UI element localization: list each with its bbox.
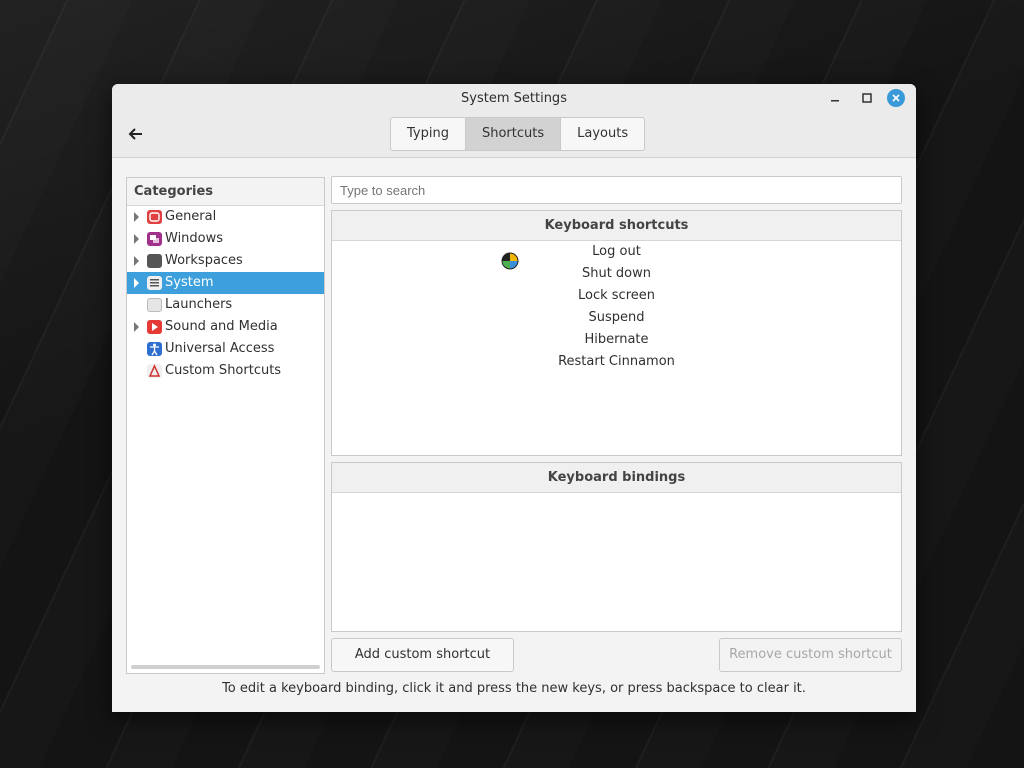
custom-shortcuts-icon <box>147 364 162 378</box>
window-title: System Settings <box>461 91 567 106</box>
sidebar-item-label: Sound and Media <box>165 319 278 334</box>
busy-cursor-icon <box>501 252 519 270</box>
system-icon <box>147 276 162 290</box>
universal-access-icon <box>147 342 162 356</box>
shortcut-item-shut-down[interactable]: Shut down <box>332 263 901 285</box>
sidebar-item-label: Windows <box>165 231 224 246</box>
sidebar-horizontal-scrollbar[interactable] <box>131 665 320 669</box>
sidebar-item-label: System <box>165 275 214 290</box>
sidebar-item-custom-shortcuts[interactable]: Custom Shortcuts <box>127 360 324 382</box>
expand-arrow-icon[interactable] <box>133 228 143 250</box>
sidebar-item-windows[interactable]: Windows <box>127 228 324 250</box>
expand-arrow-icon[interactable] <box>133 272 143 294</box>
tab-typing[interactable]: Typing <box>391 118 466 150</box>
shortcut-item-suspend[interactable]: Suspend <box>332 307 901 329</box>
sidebar-item-system[interactable]: System <box>127 272 324 294</box>
maximize-icon <box>862 93 872 103</box>
general-icon <box>147 210 162 224</box>
shortcut-item-hibernate[interactable]: Hibernate <box>332 329 901 351</box>
sidebar-item-label: Launchers <box>165 297 233 312</box>
maximize-button[interactable] <box>857 88 877 108</box>
system-settings-window: System Settings Typing Shortcuts Layouts… <box>112 84 916 712</box>
windows-icon <box>147 232 162 246</box>
add-custom-shortcut-button[interactable]: Add custom shortcut <box>331 638 514 672</box>
edit-binding-hint: To edit a keyboard binding, click it and… <box>222 681 806 696</box>
sound-media-icon <box>147 320 162 334</box>
remove-custom-shortcut-button[interactable]: Remove custom shortcut <box>719 638 902 672</box>
back-arrow-icon <box>128 128 142 140</box>
search-input[interactable] <box>331 176 902 204</box>
minimize-icon <box>831 100 839 102</box>
sidebar-item-label: Workspaces <box>165 253 243 268</box>
tab-shortcuts[interactable]: Shortcuts <box>465 118 562 150</box>
minimize-button[interactable] <box>825 88 845 108</box>
close-button[interactable] <box>887 89 905 107</box>
keyboard-shortcuts-header: Keyboard shortcuts <box>332 211 901 241</box>
sidebar-item-general[interactable]: General <box>127 206 324 228</box>
categories-header: Categories <box>127 178 324 206</box>
back-button[interactable] <box>126 124 146 144</box>
sidebar-item-universal-access[interactable]: Universal Access <box>127 338 324 360</box>
expand-arrow-icon[interactable] <box>133 206 143 228</box>
tab-layouts[interactable]: Layouts <box>561 118 644 150</box>
launchers-icon <box>147 298 162 312</box>
sidebar-item-launchers[interactable]: Launchers <box>127 294 324 316</box>
categories-sidebar: Categories General Windows Workspaces Sy… <box>126 177 325 674</box>
expand-arrow-icon[interactable] <box>133 316 143 338</box>
sidebar-item-sound-and-media[interactable]: Sound and Media <box>127 316 324 338</box>
keyboard-bindings-panel: Keyboard bindings <box>331 462 902 632</box>
shortcut-item-log-out[interactable]: Log out <box>332 241 901 263</box>
sidebar-item-workspaces[interactable]: Workspaces <box>127 250 324 272</box>
keyboard-shortcuts-panel: Keyboard shortcuts Log out Shut down Loc… <box>331 210 902 456</box>
shortcut-item-lock-screen[interactable]: Lock screen <box>332 285 901 307</box>
keyboard-bindings-header: Keyboard bindings <box>332 463 901 493</box>
expand-arrow-icon[interactable] <box>133 250 143 272</box>
sidebar-item-label: Custom Shortcuts <box>165 363 282 378</box>
tab-bar: Typing Shortcuts Layouts <box>390 117 646 151</box>
shortcut-item-restart-cinnamon[interactable]: Restart Cinnamon <box>332 351 901 373</box>
sidebar-item-label: General <box>165 209 217 224</box>
sidebar-item-label: Universal Access <box>165 341 275 356</box>
close-icon <box>892 94 900 102</box>
title-bar: System Settings Typing Shortcuts Layouts <box>112 84 916 158</box>
workspaces-icon <box>147 254 162 268</box>
